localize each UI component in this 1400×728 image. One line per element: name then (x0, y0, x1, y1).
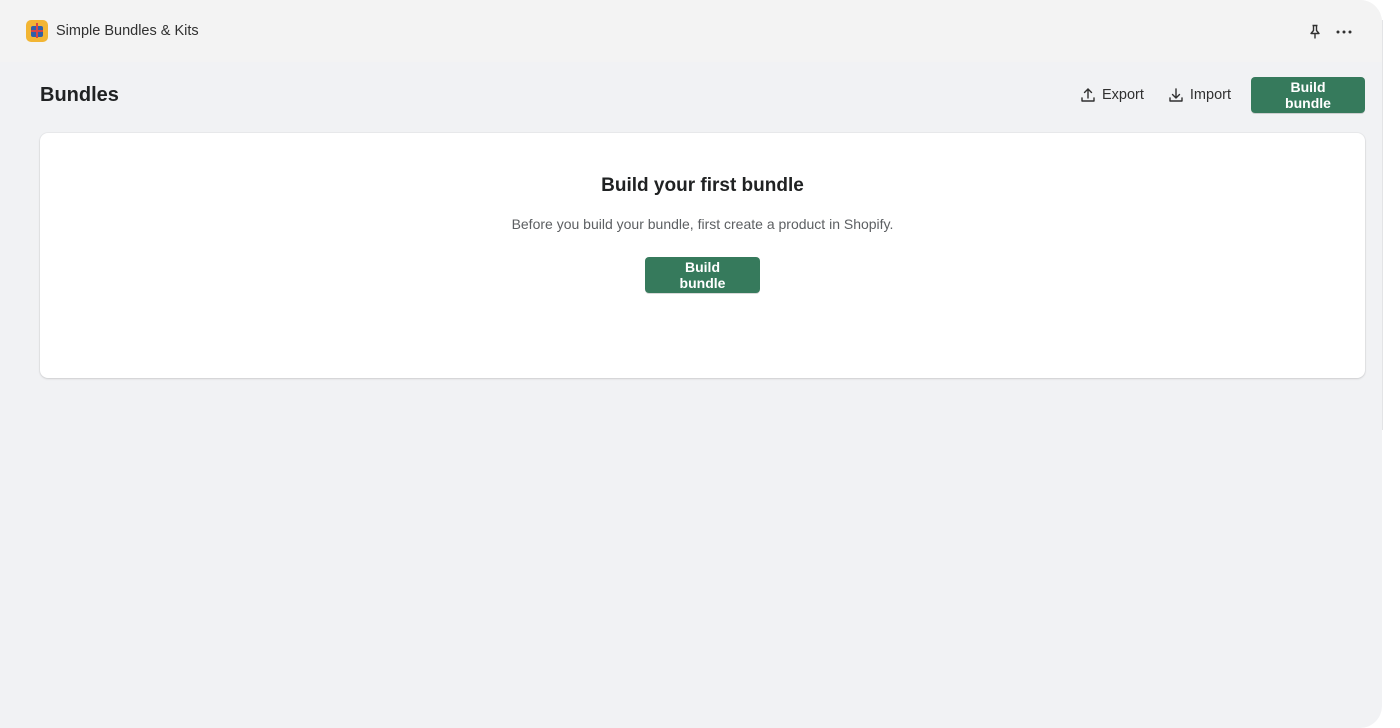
app-frame: Simple Bundles & Kits Bundles Export Imp… (0, 0, 1382, 728)
app-bar-actions (1308, 24, 1352, 40)
frame-divider (1382, 20, 1383, 430)
app-name: Simple Bundles & Kits (56, 23, 199, 39)
empty-state-build-bundle-button[interactable]: Build bundle (645, 257, 760, 293)
more-horizontal-icon[interactable] (1336, 30, 1352, 34)
app-top-bar: Simple Bundles & Kits (0, 0, 1382, 62)
page-header-actions: Export Import Build bundle (1068, 77, 1365, 113)
pin-icon[interactable] (1308, 24, 1322, 40)
gift-box-icon (26, 20, 48, 42)
page-title: Bundles (40, 84, 119, 106)
export-label: Export (1101, 87, 1144, 103)
download-icon (1168, 87, 1184, 103)
empty-state-heading: Build your first bundle (601, 175, 804, 196)
empty-state-description: Before you build your bundle, first crea… (511, 216, 894, 232)
import-label: Import (1189, 87, 1231, 103)
upload-icon (1080, 87, 1096, 103)
empty-state-card: Build your first bundle Before you build… (40, 133, 1365, 378)
build-bundle-button[interactable]: Build bundle (1251, 77, 1365, 113)
import-button[interactable]: Import (1156, 77, 1243, 113)
export-button[interactable]: Export (1068, 77, 1156, 113)
